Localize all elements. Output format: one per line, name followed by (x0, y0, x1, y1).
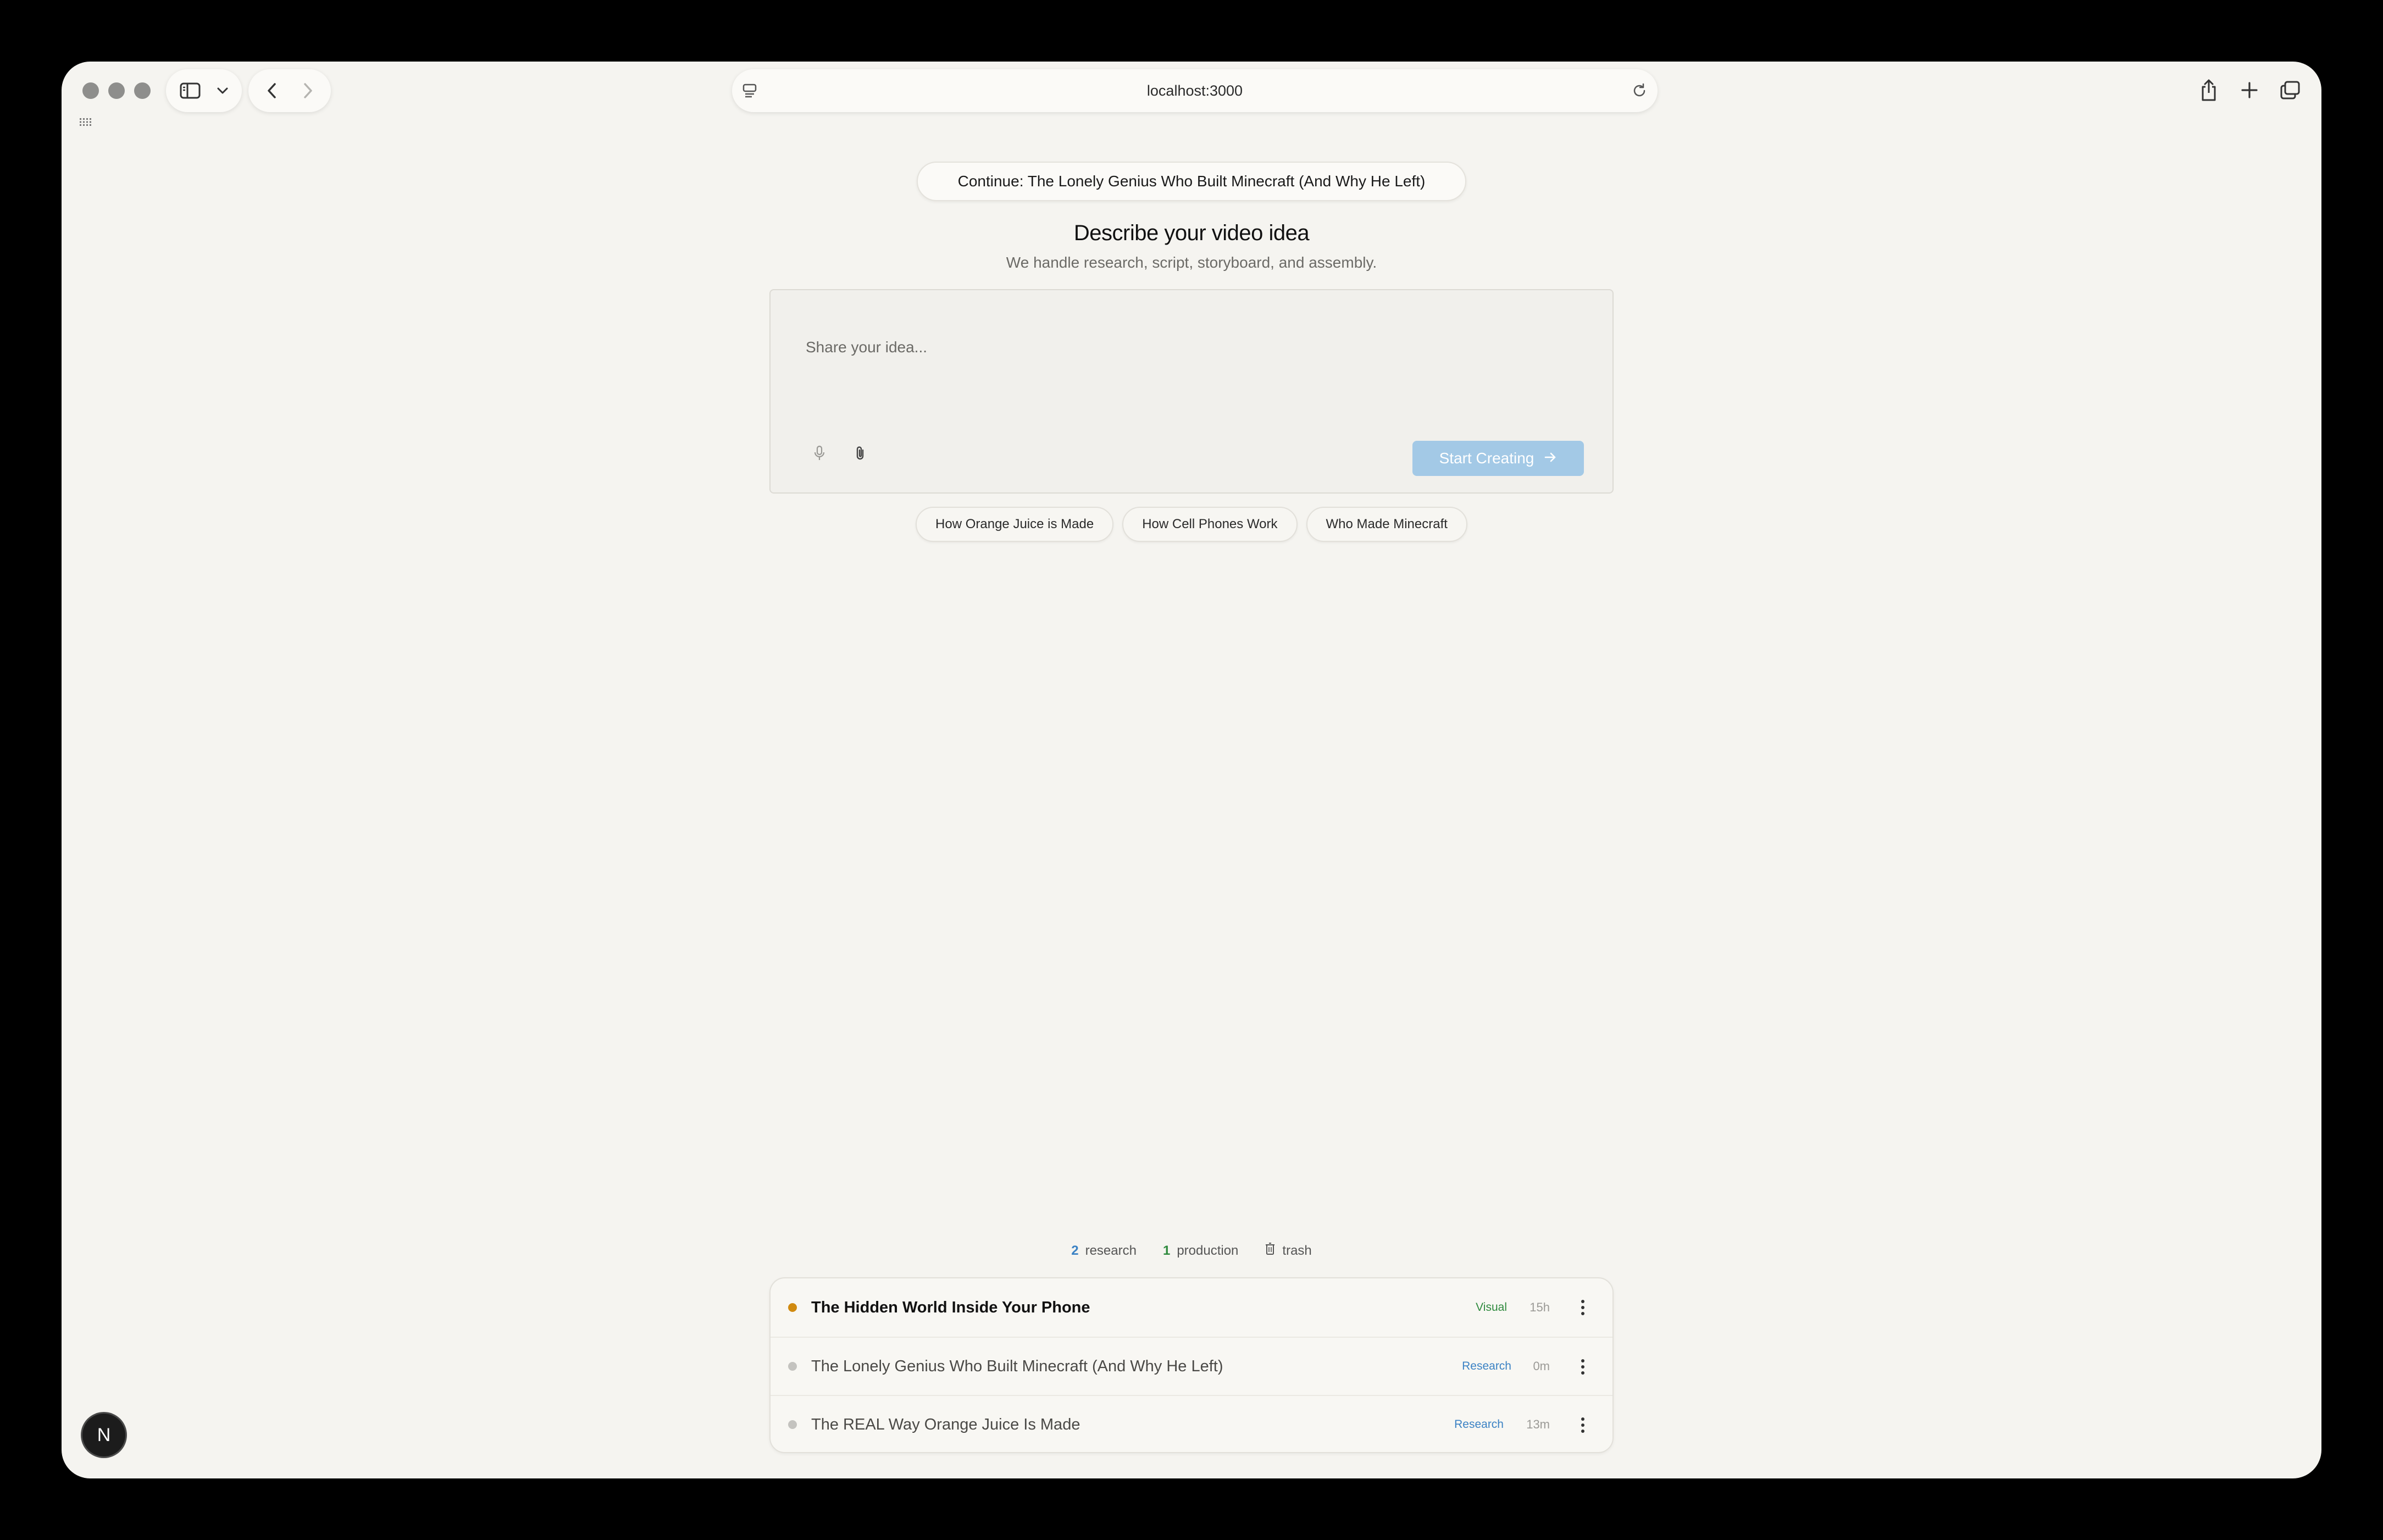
production-count: 1 (1162, 1243, 1171, 1258)
continue-project-button[interactable]: Continue: The Lonely Genius Who Built Mi… (917, 162, 1466, 201)
suggestion-chip[interactable]: Who Made Minecraft (1306, 507, 1467, 542)
url-text: localhost:3000 (1146, 82, 1243, 99)
navigation-group (248, 69, 331, 112)
more-options-icon[interactable] (1581, 1359, 1585, 1378)
attachment-icon[interactable] (853, 445, 867, 464)
project-stats: 2 research 1 production trash (62, 1242, 2321, 1259)
trash-label: trash (1282, 1243, 1312, 1258)
more-options-icon[interactable] (1581, 1417, 1585, 1436)
back-arrow-icon[interactable] (267, 82, 278, 99)
suggestion-chip[interactable]: How Cell Phones Work (1122, 507, 1298, 542)
production-label: production (1177, 1243, 1239, 1258)
close-window-button[interactable] (82, 82, 99, 99)
suggestion-chip[interactable]: How Orange Juice is Made (916, 507, 1114, 542)
project-row[interactable]: The REAL Way Orange Juice Is Made Resear… (771, 1395, 1612, 1452)
page-title: Describe your video idea (1073, 221, 1310, 245)
toolbar-actions (2196, 75, 2303, 106)
app-grid-icon[interactable] (79, 118, 92, 129)
chevron-down-icon[interactable] (217, 87, 229, 95)
forward-arrow-icon[interactable] (302, 82, 313, 99)
trash-filter[interactable]: trash (1265, 1242, 1312, 1259)
stage-badge: Research (1454, 1418, 1504, 1431)
stage-badge: Research (1462, 1360, 1511, 1372)
status-dot (788, 1303, 797, 1312)
status-dot (788, 1420, 797, 1429)
arrow-right-icon (1544, 450, 1557, 467)
research-filter[interactable]: 2 research (1071, 1242, 1137, 1259)
new-tab-icon[interactable] (2237, 75, 2262, 106)
tab-overview-icon[interactable] (2277, 75, 2303, 106)
stage-badge: Visual (1476, 1301, 1507, 1314)
research-label: research (1085, 1243, 1137, 1258)
sidebar-toggle-group (166, 69, 242, 112)
share-icon[interactable] (2196, 75, 2221, 106)
status-dot (788, 1362, 797, 1371)
reload-icon[interactable] (1631, 82, 1648, 102)
zoom-window-button[interactable] (134, 82, 151, 99)
project-row[interactable]: The Lonely Genius Who Built Minecraft (A… (771, 1337, 1612, 1395)
project-row[interactable]: The Hidden World Inside Your Phone Visua… (771, 1278, 1612, 1337)
project-list: The Hidden World Inside Your Phone Visua… (769, 1277, 1614, 1453)
dev-tools-badge[interactable]: N (82, 1414, 125, 1456)
start-creating-label: Start Creating (1439, 450, 1534, 467)
address-bar[interactable]: localhost:3000 (732, 69, 1658, 112)
more-options-icon[interactable] (1581, 1299, 1585, 1319)
microphone-icon[interactable] (813, 445, 825, 464)
window-controls (82, 82, 151, 99)
page-subtitle: We handle research, script, storyboard, … (1006, 254, 1377, 271)
project-title: The REAL Way Orange Juice Is Made (811, 1415, 1080, 1433)
sidebar-icon[interactable] (180, 82, 201, 99)
project-age: 13m (1526, 1417, 1550, 1431)
project-age: 15h (1529, 1300, 1550, 1314)
project-title: The Hidden World Inside Your Phone (811, 1298, 1090, 1316)
trash-icon (1265, 1242, 1276, 1259)
idea-composer[interactable]: Share your idea... Start Creating (769, 289, 1614, 494)
site-settings-icon[interactable] (742, 84, 757, 101)
research-count: 2 (1071, 1243, 1079, 1258)
production-filter[interactable]: 1 production (1163, 1242, 1238, 1259)
project-age: 0m (1533, 1359, 1550, 1373)
browser-window: localhost:3000 Continue: The Lonely Geni… (62, 62, 2321, 1478)
suggestion-chips: How Orange Juice is Made How Cell Phones… (62, 507, 2321, 542)
minimize-window-button[interactable] (108, 82, 125, 99)
project-title: The Lonely Genius Who Built Minecraft (A… (811, 1357, 1223, 1375)
idea-input[interactable]: Share your idea... (806, 339, 927, 356)
start-creating-button[interactable]: Start Creating (1412, 441, 1584, 476)
